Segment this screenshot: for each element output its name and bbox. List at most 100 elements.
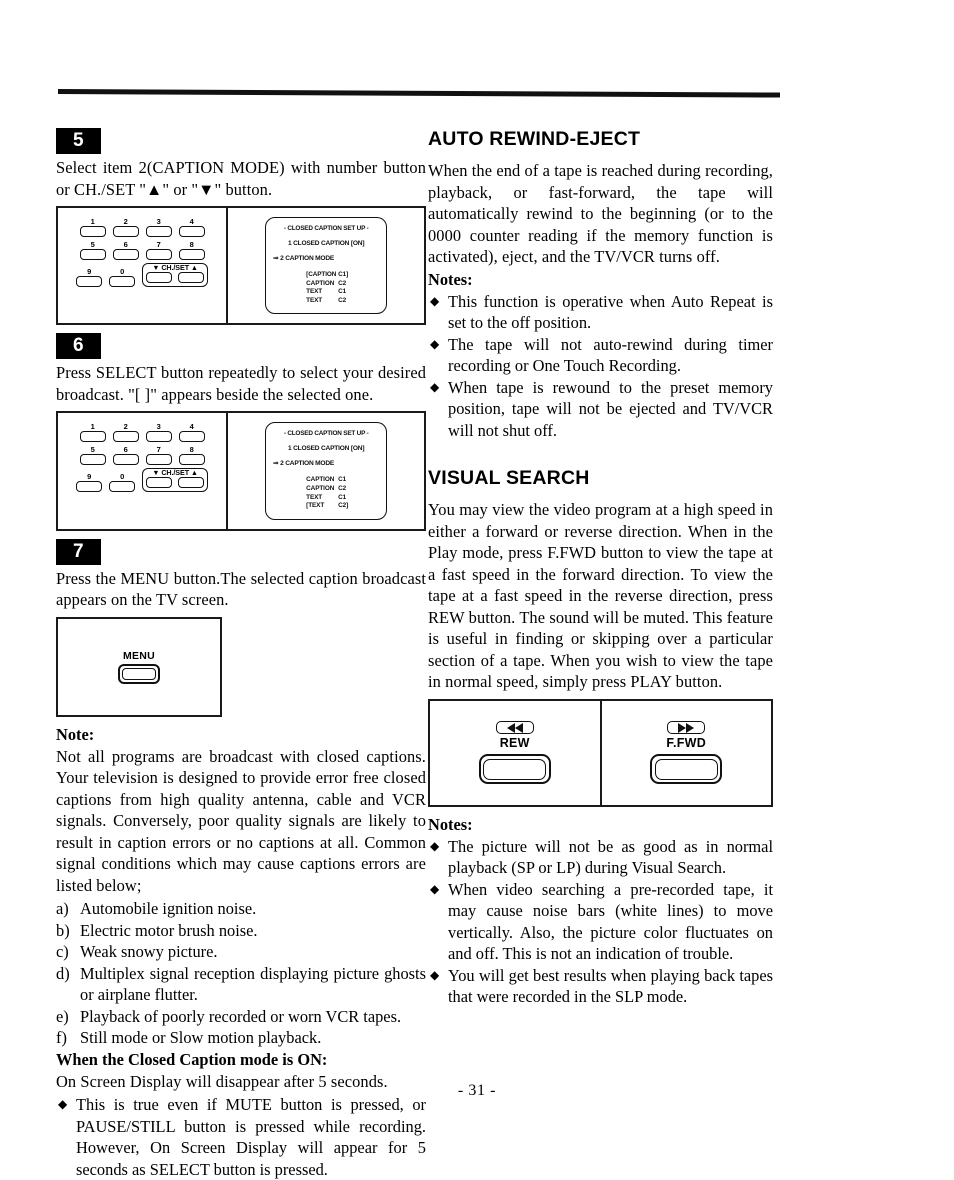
key-cap (79, 431, 106, 443)
list-text: The tape will not auto-rewind during tim… (448, 334, 773, 376)
key-6: 6 (112, 445, 139, 466)
list-text: You will get best results when playing b… (448, 965, 773, 1007)
key-6: 6 (112, 240, 139, 260)
step-5-remote-diagram: 1 2 3 4 5 6 7 8 9 0 ▼ CH./SET ▲ (58, 208, 229, 324)
key-label: 1 (90, 422, 95, 432)
tv-option-row: TEXT C2 (306, 297, 380, 306)
step-6-tv-screen-diagram: - CLOSED CAPTION SET UP - 1 CLOSED CAPTI… (228, 413, 424, 528)
auto-rewind-notes-list: ◆ This function is operative when Auto R… (428, 291, 773, 442)
key-8: 8 (178, 445, 205, 466)
auto-rewind-eject-heading: AUTO REWIND-EJECT (428, 128, 641, 150)
tv-menu-item-2: ⇒ 2 CAPTION MODE (273, 460, 335, 468)
key-label: 1 (90, 217, 95, 226)
list-text: When video searching a pre-recorded tape… (448, 879, 773, 964)
page-number: - 31 - (457, 1082, 497, 1099)
step-6-figure: 1 2 3 4 5 6 7 8 9 0 ▼ CH./SET ▲ - CLOSED… (56, 411, 426, 531)
diamond-bullet-icon: ◆ (430, 336, 440, 351)
visual-search-notes-list: ◆ The picture will not be as good as in … (428, 836, 773, 1008)
note-label: Note: (56, 724, 95, 744)
keypad-row-3: 9 0 ▼ CH./SET ▲ (76, 263, 209, 287)
list-text: This is true even if MUTE button is pres… (76, 1095, 426, 1179)
tv-option-row: TEXT C1 (306, 494, 380, 503)
key-label: 3 (156, 217, 161, 226)
diamond-bullet-icon: ◆ (430, 881, 440, 896)
key-cap (112, 431, 139, 443)
key-2: 2 (112, 217, 139, 237)
tv-option-row: CAPTION C2 (306, 280, 380, 289)
ch-set-label: ▼ CH./SET ▲ (152, 263, 198, 272)
key-cap (109, 276, 136, 287)
key-1: 1 (79, 217, 106, 237)
tv-option-row: [TEXT C2] (306, 502, 380, 511)
key-7: 7 (145, 445, 172, 466)
rew-button-graphic (478, 754, 551, 784)
key-0: 0 (109, 267, 136, 287)
list-marker: e) (56, 1006, 69, 1026)
tv-option-row: CAPTION C1 (306, 476, 380, 485)
list-item: b) Electric motor brush noise. (56, 920, 426, 942)
tv-option-value: C2 (338, 296, 347, 304)
left-column: 5 Select item 2(CAPTION MODE) with numbe… (56, 128, 426, 1180)
tv-option-value: C2 (338, 484, 347, 492)
tv-menu-item-1: 1 CLOSED CAPTION [ON] (287, 445, 365, 453)
tv-option-value: C1 (338, 493, 347, 501)
key-label: 3 (156, 422, 161, 432)
list-text: Still mode or Slow motion playback. (80, 1028, 322, 1048)
ffwd-button-diagram: F.FWD (602, 701, 772, 805)
note-subheading: When the Closed Caption mode is ON: (56, 1049, 328, 1069)
diamond-bullet-icon: ◆ (430, 293, 440, 308)
tv-option-value: C1] (338, 271, 349, 278)
diamond-bullet-icon: ◆ (430, 838, 440, 853)
key-label: 9 (87, 472, 92, 482)
diamond-bullet-icon: ◆ (430, 379, 440, 394)
list-item: e) Playback of poorly recorded or worn V… (56, 1006, 426, 1028)
tv-screen: - CLOSED CAPTION SET UP - 1 CLOSED CAPTI… (265, 217, 388, 315)
ch-set-up-key (178, 477, 205, 489)
key-label: 0 (120, 472, 125, 482)
key-label: 9 (87, 267, 92, 276)
triangle-right-icon (686, 722, 695, 733)
keypad: 1 2 3 4 5 6 7 8 9 0 ▼ CH./SET ▲ (58, 208, 226, 295)
keypad-row-1: 1 2 3 4 (79, 422, 205, 443)
key-2: 2 (112, 422, 139, 443)
step-6-block: 6 Press SELECT button repeatedly to sele… (56, 333, 426, 531)
triangle-left-icon (514, 722, 523, 733)
tv-option-name: TEXT (306, 493, 323, 501)
key-cap (79, 226, 106, 237)
key-cap (145, 226, 172, 237)
right-column: AUTO REWIND-EJECT When the end of a tape… (428, 128, 773, 1008)
keypad-row-2: 5 6 7 8 (79, 240, 205, 260)
tv-option-name: [CAPTION (306, 271, 337, 278)
key-label: 5 (90, 240, 95, 249)
key-0: 0 (109, 472, 136, 493)
tv-menu-item-2: ⇒ 2 CAPTION MODE (273, 255, 335, 262)
keypad: 1 2 3 4 5 6 7 8 9 0 ▼ CH./SET ▲ (58, 413, 226, 500)
key-9: 9 (76, 267, 103, 287)
key-4: 4 (178, 217, 205, 237)
step-7-figure: MENU (56, 616, 222, 717)
tv-option-name: CAPTION (306, 484, 335, 492)
tv-menu-options: CAPTION C1 CAPTION C2 TEXT C1 [TEXT C2] (272, 476, 380, 510)
manual-page: 5 Select item 2(CAPTION MODE) with numbe… (0, 0, 954, 1179)
tv-option-value: C2 (338, 279, 347, 287)
note-bullet-list: ◆ This is true even if MUTE button is pr… (56, 1094, 426, 1180)
step-7-block: 7 Press the MENU button.The selected cap… (56, 538, 426, 717)
tv-option-row: [CAPTION C1] (306, 271, 380, 280)
ch-set-up-key (178, 272, 205, 283)
list-item: f) Still mode or Slow motion playback. (56, 1027, 426, 1049)
list-text: The picture will not be as good as in no… (448, 836, 773, 878)
step-6-badge: 6 (56, 333, 101, 360)
ch-set-group: ▼ CH./SET ▲ (142, 468, 209, 493)
list-item: ◆ This is true even if MUTE button is pr… (56, 1094, 426, 1180)
key-label: 8 (189, 240, 194, 249)
menu-button-graphic (118, 663, 160, 684)
tv-option-value: C1 (338, 288, 347, 296)
header-rule (57, 89, 781, 98)
key-cap (178, 431, 205, 443)
step-7-text: Press the MENU button.The selected capti… (56, 568, 426, 610)
list-marker: a) (56, 899, 69, 919)
tv-menu-item-1: 1 CLOSED CAPTION [ON] (287, 240, 365, 247)
key-cap (178, 249, 205, 260)
visual-search-notes-label: Notes: (428, 814, 473, 834)
tv-option-name: CAPTION (306, 279, 335, 287)
